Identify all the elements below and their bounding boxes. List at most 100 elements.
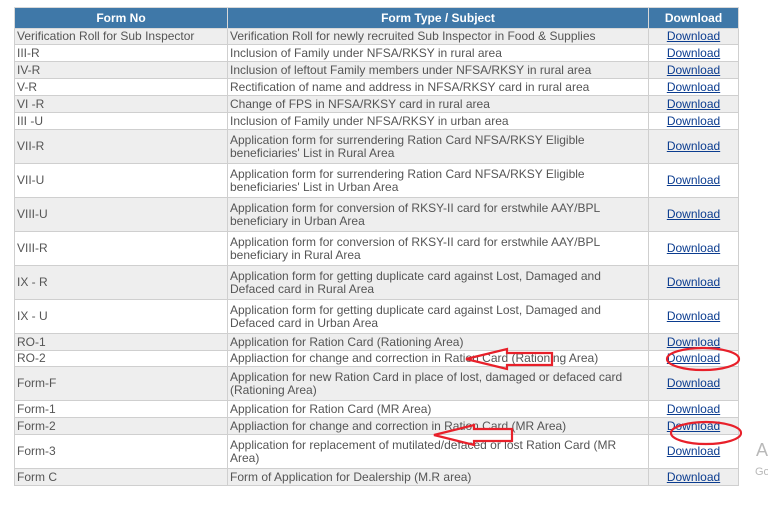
download-cell: Download [648,366,739,401]
form-no-cell: III-R [14,44,228,62]
table-row: IX - R Application form for getting dupli… [14,265,739,300]
form-no-cell: V-R [14,78,228,96]
download-cell: Download [648,231,739,266]
download-cell: Download [648,400,739,418]
form-subject-cell: Application form for surrendering Ration… [227,163,649,198]
form-subject-cell: Application for Ration Card (MR Area) [227,400,649,418]
form-subject-cell: Form of Application for Dealership (M.R … [227,468,649,486]
download-cell: Download [648,112,739,130]
form-no-cell: IX - R [14,265,228,300]
form-subject-cell: Inclusion of Family under NFSA/RKSY in r… [227,44,649,62]
form-no-cell: RO-2 [14,350,228,367]
download-link[interactable]: Download [667,207,720,221]
form-no-cell: Form-F [14,366,228,401]
download-cell: Download [648,95,739,113]
form-subject-cell: Application form for conversion of RKSY-… [227,231,649,266]
download-cell: Download [648,44,739,62]
form-subject-cell: Rectification of name and address in NFS… [227,78,649,96]
table-row: IX - U Application form for getting dupli… [14,299,739,334]
form-no-cell: VII-U [14,163,228,198]
form-subject-cell: Appliaction for change and correction in… [227,417,649,435]
download-link[interactable]: Download [667,29,720,43]
table-row: Form-3 Application for replacement of mut… [14,434,739,469]
download-cell: Download [648,163,739,198]
download-link[interactable]: Download [667,241,720,255]
table-row: IV-R Inclusion of leftout Family members … [14,61,739,79]
download-link[interactable]: Download [667,402,720,416]
table-row: Form-2 Appliaction for change and correct… [14,417,739,435]
download-link[interactable]: Download [667,114,720,128]
form-subject-cell: Application form for conversion of RKSY-… [227,197,649,232]
form-no-cell: RO-1 [14,333,228,351]
form-no-cell: VIII-R [14,231,228,266]
download-link[interactable]: Download [667,376,720,390]
form-subject-cell: Application for new Ration Card in place… [227,366,649,401]
download-link[interactable]: Download [667,173,720,187]
table-row: V-R Rectification of name and address in … [14,78,739,96]
table-row: VIII-R Application form for conversion of… [14,231,739,266]
form-subject-cell: Application for replacement of mutilated… [227,434,649,469]
table-row: VII-U Application form for surrendering R… [14,163,739,198]
table-row: Verification Roll for Sub Inspector Verif… [14,28,739,45]
form-subject-cell: Inclusion of Family under NFSA/RKSY in u… [227,112,649,130]
form-no-cell: IX - U [14,299,228,334]
table-row: VII-R Application form for surrendering R… [14,129,739,164]
table-header-row: Form No Form Type / Subject Download [14,7,739,29]
form-no-cell: Form-2 [14,417,228,435]
download-cell: Download [648,78,739,96]
download-cell: Download [648,265,739,300]
form-no-cell: Form-3 [14,434,228,469]
form-subject-cell: Application for Ration Card (Rationing A… [227,333,649,351]
download-link[interactable]: Download [667,63,720,77]
form-no-cell: VII-R [14,129,228,164]
table-row: III-R Inclusion of Family under NFSA/RKSY… [14,44,739,62]
form-no-cell: Verification Roll for Sub Inspector [14,28,228,45]
table-row: III -U Inclusion of Family under NFSA/RKS… [14,112,739,130]
table-row: RO-1 Application for Ration Card (Rationi… [14,333,739,351]
header-form-no: Form No [14,7,228,29]
form-subject-cell: Application form for getting duplicate c… [227,299,649,334]
download-cell: Download [648,468,739,486]
download-link[interactable]: Download [667,46,720,60]
form-no-cell: IV-R [14,61,228,79]
forms-table: Form No Form Type / Subject Download Ver… [14,7,739,486]
table-row: Form-1 Application for Ration Card (MR Ar… [14,400,739,418]
form-subject-cell: Inclusion of leftout Family members unde… [227,61,649,79]
watermark-line2: Go [755,466,768,478]
form-subject-cell: Appliaction for change and correction in… [227,350,649,367]
form-subject-cell: Application form for getting duplicate c… [227,265,649,300]
download-cell: Download [648,434,739,469]
form-subject-cell: Application form for surrendering Ration… [227,129,649,164]
watermark-line1: Ac [756,440,768,460]
download-link[interactable]: Download [667,80,720,94]
table-row: VIII-U Application form for conversion of… [14,197,739,232]
download-link[interactable]: Download [667,309,720,323]
download-link[interactable]: Download [667,419,720,433]
download-link[interactable]: Download [667,97,720,111]
download-cell: Download [648,129,739,164]
download-cell: Download [648,197,739,232]
form-subject-cell: Change of FPS in NFSA/RKSY card in rural… [227,95,649,113]
form-no-cell: VI -R [14,95,228,113]
form-no-cell: Form-1 [14,400,228,418]
download-cell: Download [648,333,739,351]
download-link[interactable]: Download [667,139,720,153]
download-link[interactable]: Download [667,351,720,365]
download-cell: Download [648,61,739,79]
header-form-subject: Form Type / Subject [227,7,649,29]
form-subject-cell: Verification Roll for newly recruited Su… [227,28,649,45]
download-link[interactable]: Download [667,444,720,458]
download-cell: Download [648,417,739,435]
table-row: RO-2 Appliaction for change and correctio… [14,350,739,367]
download-link[interactable]: Download [667,275,720,289]
download-link[interactable]: Download [667,470,720,484]
form-no-cell: VIII-U [14,197,228,232]
table-row: Form C Form of Application for Dealership… [14,468,739,486]
download-cell: Download [648,350,739,367]
header-download: Download [648,7,739,29]
download-link[interactable]: Download [667,335,720,349]
form-no-cell: III -U [14,112,228,130]
table-body: Verification Roll for Sub Inspector Verif… [14,28,739,486]
form-no-cell: Form C [14,468,228,486]
download-cell: Download [648,299,739,334]
